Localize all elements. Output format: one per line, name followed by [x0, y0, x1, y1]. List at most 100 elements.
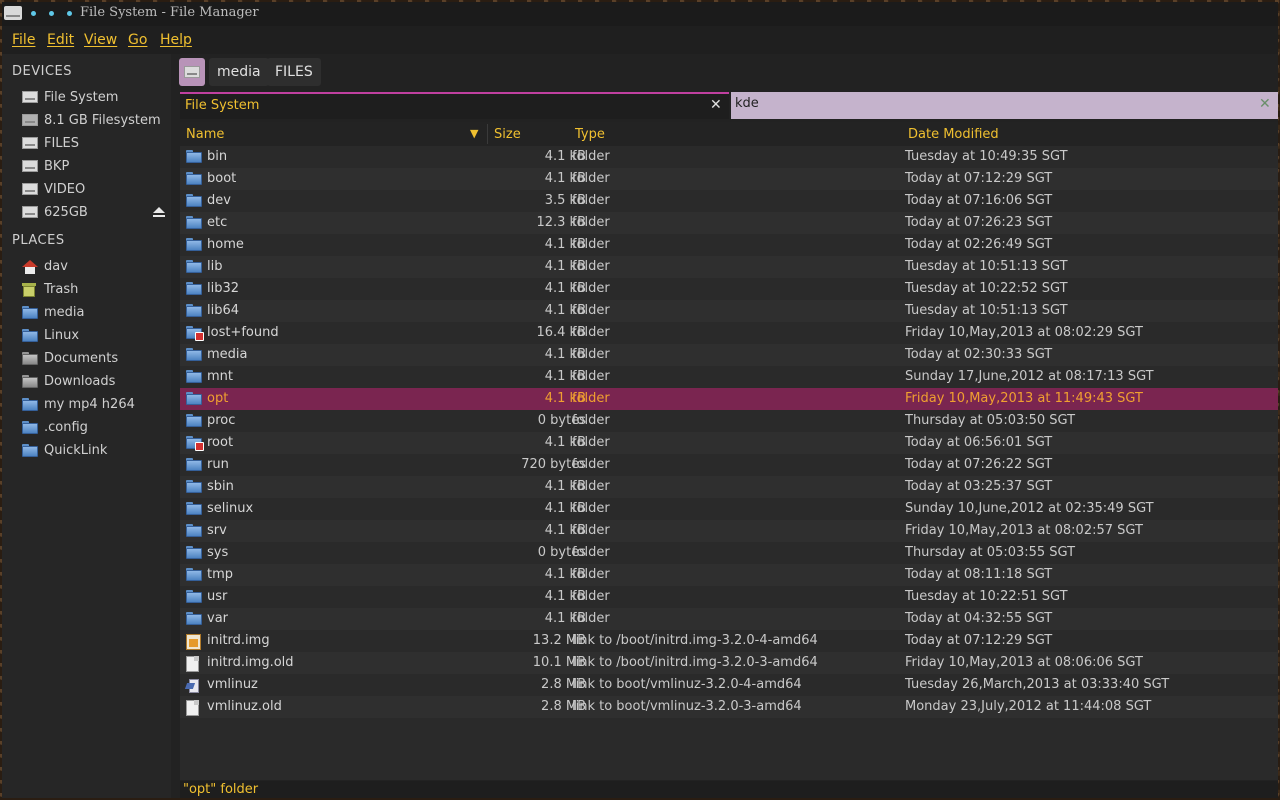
close-tab-icon[interactable]: ✕ [710, 97, 722, 113]
table-row[interactable]: srv 4.1 kB folder Friday 10,May,2013 at 08:… [180, 520, 1278, 542]
sidebar-item-media[interactable]: media [2, 302, 171, 324]
file-name: lib32 [207, 281, 240, 296]
menu-help[interactable]: Help [160, 32, 192, 48]
table-row[interactable]: bin 4.1 kB folder Tuesday at 10:49:35 SGT [180, 146, 1278, 168]
folder-icon [186, 458, 202, 471]
file-name: proc [207, 413, 236, 428]
table-row[interactable]: tmp 4.1 kB folder Today at 08:11:18 SGT [180, 564, 1278, 586]
file-name: mnt [207, 369, 233, 384]
close-tab-icon[interactable]: ✕ [1259, 96, 1271, 112]
table-row[interactable]: initrd.img 13.2 MB link to /boot/initrd.im… [180, 630, 1278, 652]
file-list: Name ▼ Size Type Date Modified bin 4.1 kB… [180, 122, 1278, 780]
sort-descending-icon[interactable]: ▼ [470, 127, 478, 140]
file-type: link to boot/vmlinuz-3.2.0-3-amd64 [572, 699, 802, 714]
file-type: link to /boot/initrd.img-3.2.0-4-amd64 [572, 633, 818, 648]
table-row[interactable]: opt 4.1 kB folder Friday 10,May,2013 at 11:… [180, 388, 1278, 410]
menu-go[interactable]: Go [128, 32, 147, 48]
column-header-name[interactable]: Name [186, 127, 224, 142]
file-type: folder [572, 215, 610, 230]
column-header-size[interactable]: Size [494, 127, 521, 142]
maximize-window-dot-icon[interactable] [67, 11, 72, 16]
table-row[interactable]: lib32 4.1 kB folder Tuesday at 10:22:52 SGT [180, 278, 1278, 300]
sidebar-item-config[interactable]: .config [2, 417, 171, 439]
places-heading: PLACES [12, 233, 65, 248]
sidebar-item-quicklink[interactable]: QuickLink [2, 440, 171, 462]
locked-folder-icon [186, 326, 204, 341]
table-row[interactable]: sys 0 bytes folder Thursday at 05:03:55 SGT [180, 542, 1278, 564]
file-type: folder [572, 237, 610, 252]
file-name: lib [207, 259, 223, 274]
menu-edit[interactable]: Edit [47, 32, 74, 48]
folder-icon [186, 612, 202, 625]
sidebar-item-linux[interactable]: Linux [2, 325, 171, 347]
table-row[interactable]: dev 3.5 kB folder Today at 07:16:06 SGT [180, 190, 1278, 212]
minimize-window-dot-icon[interactable] [49, 11, 54, 16]
folder-icon [186, 150, 202, 163]
table-row[interactable]: proc 0 bytes folder Thursday at 05:03:50 SG… [180, 410, 1278, 432]
sidebar-item-label: 8.1 GB Filesystem [44, 113, 161, 128]
sidebar-item-bkp[interactable]: BKP [2, 156, 171, 178]
status-text: "opt" folder [183, 782, 259, 797]
folder-icon [186, 568, 202, 581]
file-date-modified: Today at 06:56:01 SGT [905, 435, 1053, 450]
table-row[interactable]: home 4.1 kB folder Today at 02:26:49 SGT [180, 234, 1278, 256]
sidebar-item-label: .config [44, 420, 88, 435]
table-row[interactable]: vmlinuz.old 2.8 MB link to boot/vmlinuz-3.… [180, 696, 1278, 718]
file-date-modified: Today at 08:11:18 SGT [905, 567, 1053, 582]
folder-icon [22, 398, 38, 411]
table-row[interactable]: mnt 4.1 kB folder Sunday 17,June,2012 at 08… [180, 366, 1278, 388]
column-header-type[interactable]: Type [575, 127, 605, 142]
title-bar[interactable]: File System - File Manager [2, 2, 1278, 26]
file-date-modified: Tuesday 26,March,2013 at 03:33:40 SGT [905, 677, 1170, 692]
path-root-button[interactable] [179, 58, 205, 86]
table-row[interactable]: lib64 4.1 kB folder Tuesday at 10:51:13 SGT [180, 300, 1278, 322]
sidebar-item-my-mp4-h264[interactable]: my mp4 h264 [2, 394, 171, 416]
table-row[interactable]: sbin 4.1 kB folder Today at 03:25:37 SGT [180, 476, 1278, 498]
sidebar-item-label: FILES [44, 136, 80, 151]
table-row[interactable]: media 4.1 kB folder Today at 02:30:33 SGT [180, 344, 1278, 366]
menu-file[interactable]: File [12, 32, 35, 48]
sidebar-item-documents[interactable]: Documents [2, 348, 171, 370]
file-type: folder [572, 479, 610, 494]
table-row[interactable]: vmlinuz 2.8 MB link to boot/vmlinuz-3.2.0-… [180, 674, 1278, 696]
file-type: folder [572, 501, 610, 516]
table-row[interactable]: lost+found 16.4 kB folder Friday 10,May,201… [180, 322, 1278, 344]
path-segment-media[interactable]: media [209, 58, 269, 86]
file-date-modified: Friday 10,May,2013 at 08:06:06 SGT [905, 655, 1143, 670]
sidebar-item-downloads[interactable]: Downloads [2, 371, 171, 393]
table-row[interactable]: initrd.img.old 10.1 MB link to /boot/initr… [180, 652, 1278, 674]
tab-file-system[interactable]: File System ✕ [180, 92, 729, 119]
table-row[interactable]: usr 4.1 kB folder Tuesday at 10:22:51 SGT [180, 586, 1278, 608]
file-name: var [207, 611, 229, 626]
sidebar-item-625gb[interactable]: 625GB [2, 202, 171, 224]
file-name: run [207, 457, 229, 472]
file-date-modified: Friday 10,May,2013 at 08:02:57 SGT [905, 523, 1143, 538]
table-row[interactable]: root 4.1 kB folder Today at 06:56:01 SGT [180, 432, 1278, 454]
sidebar-item-trash[interactable]: Trash [2, 279, 171, 301]
table-row[interactable]: var 4.1 kB folder Today at 04:32:55 SGT [180, 608, 1278, 630]
table-row[interactable]: selinux 4.1 kB folder Sunday 10,June,2012 a… [180, 498, 1278, 520]
sidebar-item-video[interactable]: VIDEO [2, 179, 171, 201]
tab-kde[interactable]: kde ✕ [731, 92, 1278, 119]
folder-icon [186, 480, 202, 493]
sidebar-item-8gb-filesystem[interactable]: 8.1 GB Filesystem [2, 110, 171, 132]
file-date-modified: Tuesday at 10:49:35 SGT [905, 149, 1068, 164]
menu-view[interactable]: View [84, 32, 117, 48]
sidebar: DEVICES File System 8.1 GB Filesystem FI… [2, 54, 171, 798]
table-row[interactable]: etc 12.3 kB folder Today at 07:26:23 SGT [180, 212, 1278, 234]
app-drive-icon[interactable] [4, 6, 22, 20]
eject-icon[interactable] [153, 207, 165, 217]
table-row[interactable]: boot 4.1 kB folder Today at 07:12:29 SGT [180, 168, 1278, 190]
table-row[interactable]: run 720 bytes folder Today at 07:26:22 SGT [180, 454, 1278, 476]
sidebar-item-files[interactable]: FILES [2, 133, 171, 155]
table-row[interactable]: lib 4.1 kB folder Tuesday at 10:51:13 SGT [180, 256, 1278, 278]
sidebar-item-file-system[interactable]: File System [2, 87, 171, 109]
column-header-date-modified[interactable]: Date Modified [908, 127, 999, 142]
sidebar-item-dav[interactable]: dav [2, 256, 171, 278]
column-divider[interactable] [487, 124, 488, 144]
path-segment-files[interactable]: FILES [267, 58, 321, 86]
file-type: folder [572, 171, 610, 186]
file-date-modified: Thursday at 05:03:55 SGT [905, 545, 1076, 560]
folder-icon [186, 194, 202, 207]
close-window-dot-icon[interactable] [31, 11, 36, 16]
